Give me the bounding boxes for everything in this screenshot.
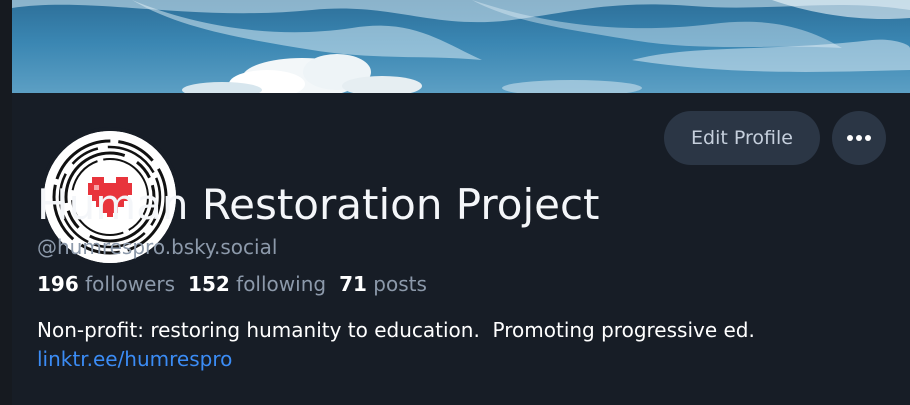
posts-count: 71: [339, 272, 367, 296]
profile-link[interactable]: linktr.ee/humrespro: [37, 347, 232, 371]
ellipsis-dot: [865, 135, 871, 141]
more-options-button[interactable]: [832, 111, 886, 165]
profile-stats: 196 followers 152 following 71 posts: [37, 272, 427, 296]
profile-handle: @humrespro.bsky.social: [37, 235, 278, 259]
following-stat[interactable]: 152 following: [188, 272, 326, 296]
ellipsis-dot: [847, 135, 853, 141]
posts-stat: 71 posts: [339, 272, 427, 296]
ellipsis-dot: [856, 135, 862, 141]
window-edge: [0, 0, 12, 405]
banner-sky-image: [12, 0, 910, 93]
ellipsis-icon: [847, 135, 871, 141]
followers-label: followers: [85, 272, 176, 296]
posts-label: posts: [373, 272, 427, 296]
followers-count: 196: [37, 272, 79, 296]
followers-stat[interactable]: 196 followers: [37, 272, 175, 296]
profile-banner[interactable]: [12, 0, 910, 93]
profile-bio: Non-profit: restoring humanity to educat…: [37, 318, 755, 342]
following-count: 152: [188, 272, 230, 296]
display-name: Human Restoration Project: [37, 180, 600, 229]
following-label: following: [236, 272, 327, 296]
edit-profile-button[interactable]: Edit Profile: [664, 111, 820, 165]
